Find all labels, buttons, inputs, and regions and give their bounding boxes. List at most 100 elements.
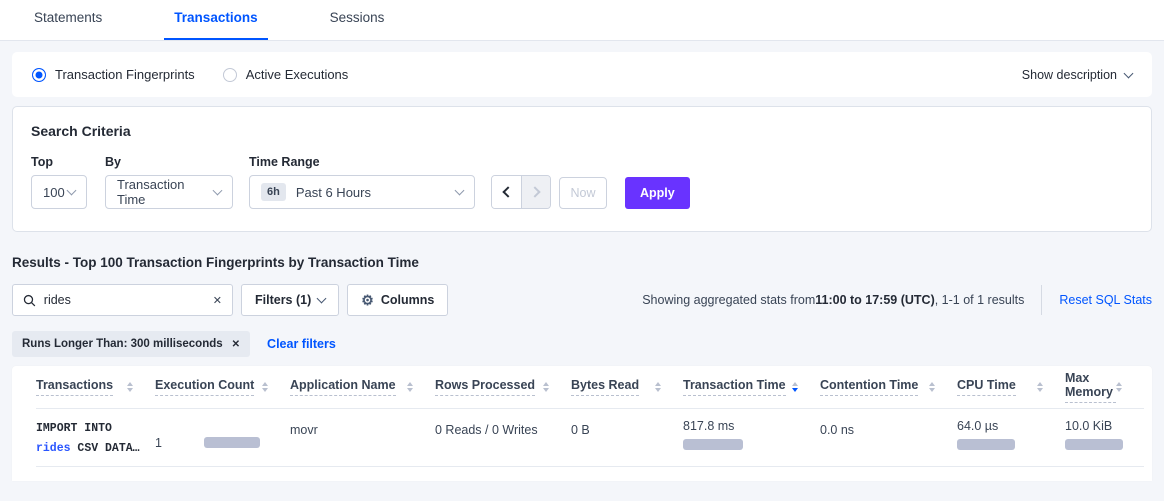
stats-period: 11:00 to 17:59 (UTC) bbox=[815, 293, 934, 307]
clear-search-icon[interactable]: ✕ bbox=[213, 294, 222, 307]
table-row: IMPORT INTO rides CSV DATA… 1 movr 0 Rea… bbox=[36, 409, 1144, 467]
filter-chip-label: Runs Longer Than: 300 milliseconds bbox=[22, 338, 223, 350]
by-select-value: Transaction Time bbox=[117, 177, 214, 207]
page-tabs: Statements Transactions Sessions bbox=[0, 0, 1164, 41]
query-line1: IMPORT INTO bbox=[36, 422, 112, 435]
transaction-time-bar bbox=[683, 439, 743, 450]
column-header-label: Transactions bbox=[36, 378, 113, 396]
time-range-label: Time Range bbox=[249, 155, 475, 169]
aggregated-stats-text: Showing aggregated stats from 11:00 to 1… bbox=[642, 293, 1024, 307]
execution-count-value: 1 bbox=[155, 436, 162, 450]
search-icon bbox=[23, 294, 36, 307]
chevron-left-icon bbox=[502, 186, 513, 197]
time-nav-group bbox=[491, 175, 551, 209]
search-criteria-title: Search Criteria bbox=[31, 123, 1133, 139]
column-header-contention-time[interactable]: Contention Time bbox=[820, 378, 957, 396]
execution-count-cell: 1 bbox=[155, 409, 290, 466]
sort-icon bbox=[127, 382, 133, 392]
column-header-rows-processed[interactable]: Rows Processed bbox=[435, 378, 571, 396]
max-memory-cell: 10.0 KiB bbox=[1065, 409, 1144, 466]
radio-label: Active Executions bbox=[246, 67, 349, 82]
sort-icon bbox=[543, 382, 549, 392]
transaction-time-value: 817.8 ms bbox=[683, 419, 820, 433]
column-header-transaction-time[interactable]: Transaction Time bbox=[683, 378, 820, 396]
sort-desc-icon bbox=[792, 382, 798, 392]
bytes-read-cell: 0 B bbox=[571, 409, 683, 466]
filters-label: Filters (1) bbox=[255, 293, 311, 307]
tab-sessions[interactable]: Sessions bbox=[320, 0, 395, 40]
time-range-select[interactable]: 6h Past 6 Hours bbox=[249, 175, 475, 209]
search-criteria-card: Search Criteria Top 100 By Transaction T… bbox=[12, 106, 1152, 232]
search-input[interactable] bbox=[44, 293, 205, 307]
chevron-down-icon bbox=[213, 186, 223, 196]
filter-chip: Runs Longer Than: 300 milliseconds ✕ bbox=[12, 331, 250, 357]
column-header-bytes-read[interactable]: Bytes Read bbox=[571, 378, 683, 396]
now-button[interactable]: Now bbox=[559, 177, 607, 209]
table-header-row: Transactions Execution Count Application… bbox=[36, 366, 1144, 409]
stats-suffix: , 1-1 of 1 results bbox=[935, 293, 1025, 307]
chevron-right-icon bbox=[529, 186, 540, 197]
radio-transaction-fingerprints[interactable]: Transaction Fingerprints bbox=[32, 67, 195, 82]
chevron-down-icon bbox=[455, 186, 465, 196]
radio-active-executions[interactable]: Active Executions bbox=[223, 67, 349, 82]
sort-icon bbox=[1037, 382, 1043, 392]
column-header-label: Application Name bbox=[290, 378, 396, 396]
column-header-execution-count[interactable]: Execution Count bbox=[155, 378, 290, 396]
top-select[interactable]: 100 bbox=[31, 175, 87, 209]
column-header-cpu-time[interactable]: CPU Time bbox=[957, 378, 1065, 396]
radio-unselected-icon bbox=[223, 68, 237, 82]
stats-prefix: Showing aggregated stats from bbox=[642, 293, 815, 307]
by-select[interactable]: Transaction Time bbox=[105, 175, 233, 209]
contention-time-cell: 0.0 ns bbox=[820, 409, 957, 466]
transaction-time-cell: 817.8 ms bbox=[683, 409, 820, 466]
application-name-cell: movr bbox=[290, 409, 435, 466]
remove-filter-icon[interactable]: ✕ bbox=[232, 339, 240, 350]
clear-filters-link[interactable]: Clear filters bbox=[267, 337, 336, 351]
filters-button[interactable]: Filters (1) bbox=[241, 284, 339, 316]
top-label: Top bbox=[31, 155, 105, 169]
show-description-label: Show description bbox=[1022, 68, 1117, 82]
top-select-value: 100 bbox=[43, 185, 65, 200]
transaction-fingerprint-cell[interactable]: IMPORT INTO rides CSV DATA… bbox=[36, 409, 155, 466]
view-toggle-card: Transaction Fingerprints Active Executio… bbox=[12, 52, 1152, 97]
cpu-time-bar bbox=[957, 439, 1015, 450]
results-toolbar: ✕ Filters (1) ⚙ Columns Showing aggregat… bbox=[12, 284, 1152, 316]
column-header-label: Rows Processed bbox=[435, 378, 535, 396]
gear-icon: ⚙ bbox=[361, 293, 374, 307]
results-title: Results - Top 100 Transaction Fingerprin… bbox=[12, 255, 1152, 270]
search-box: ✕ bbox=[12, 284, 233, 316]
tab-statements[interactable]: Statements bbox=[24, 0, 112, 40]
by-label: By bbox=[105, 155, 249, 169]
sort-icon bbox=[1116, 382, 1122, 392]
radio-label: Transaction Fingerprints bbox=[55, 67, 195, 82]
query-table-link[interactable]: rides bbox=[36, 442, 71, 455]
column-header-label: Bytes Read bbox=[571, 378, 639, 396]
column-header-application-name[interactable]: Application Name bbox=[290, 378, 435, 396]
radio-selected-icon bbox=[32, 68, 46, 82]
columns-button[interactable]: ⚙ Columns bbox=[347, 284, 448, 316]
previous-time-button[interactable] bbox=[492, 176, 521, 208]
cpu-time-value: 64.0 µs bbox=[957, 419, 1065, 433]
chevron-down-icon bbox=[67, 186, 77, 196]
chevron-down-icon bbox=[317, 294, 327, 304]
results-table: Transactions Execution Count Application… bbox=[12, 366, 1152, 481]
column-header-label: Execution Count bbox=[155, 378, 254, 396]
sort-icon bbox=[929, 382, 935, 392]
sort-icon bbox=[655, 382, 661, 392]
sort-icon bbox=[407, 382, 413, 392]
next-time-button[interactable] bbox=[521, 176, 550, 208]
column-header-label: Contention Time bbox=[820, 378, 918, 396]
column-header-max-memory[interactable]: Max Memory bbox=[1065, 371, 1144, 403]
chevron-down-icon bbox=[1124, 68, 1134, 78]
query-line2: CSV DATA… bbox=[71, 442, 140, 455]
column-header-transactions[interactable]: Transactions bbox=[36, 378, 155, 396]
column-header-label: Max Memory bbox=[1065, 371, 1116, 403]
tab-transactions[interactable]: Transactions bbox=[164, 0, 267, 40]
divider bbox=[1041, 285, 1042, 315]
active-filters-row: Runs Longer Than: 300 milliseconds ✕ Cle… bbox=[12, 331, 1152, 357]
apply-button[interactable]: Apply bbox=[625, 177, 690, 209]
cpu-time-cell: 64.0 µs bbox=[957, 409, 1065, 466]
time-range-badge: 6h bbox=[261, 183, 286, 201]
reset-sql-stats-link[interactable]: Reset SQL Stats bbox=[1059, 293, 1152, 307]
show-description-toggle[interactable]: Show description bbox=[1022, 68, 1132, 82]
